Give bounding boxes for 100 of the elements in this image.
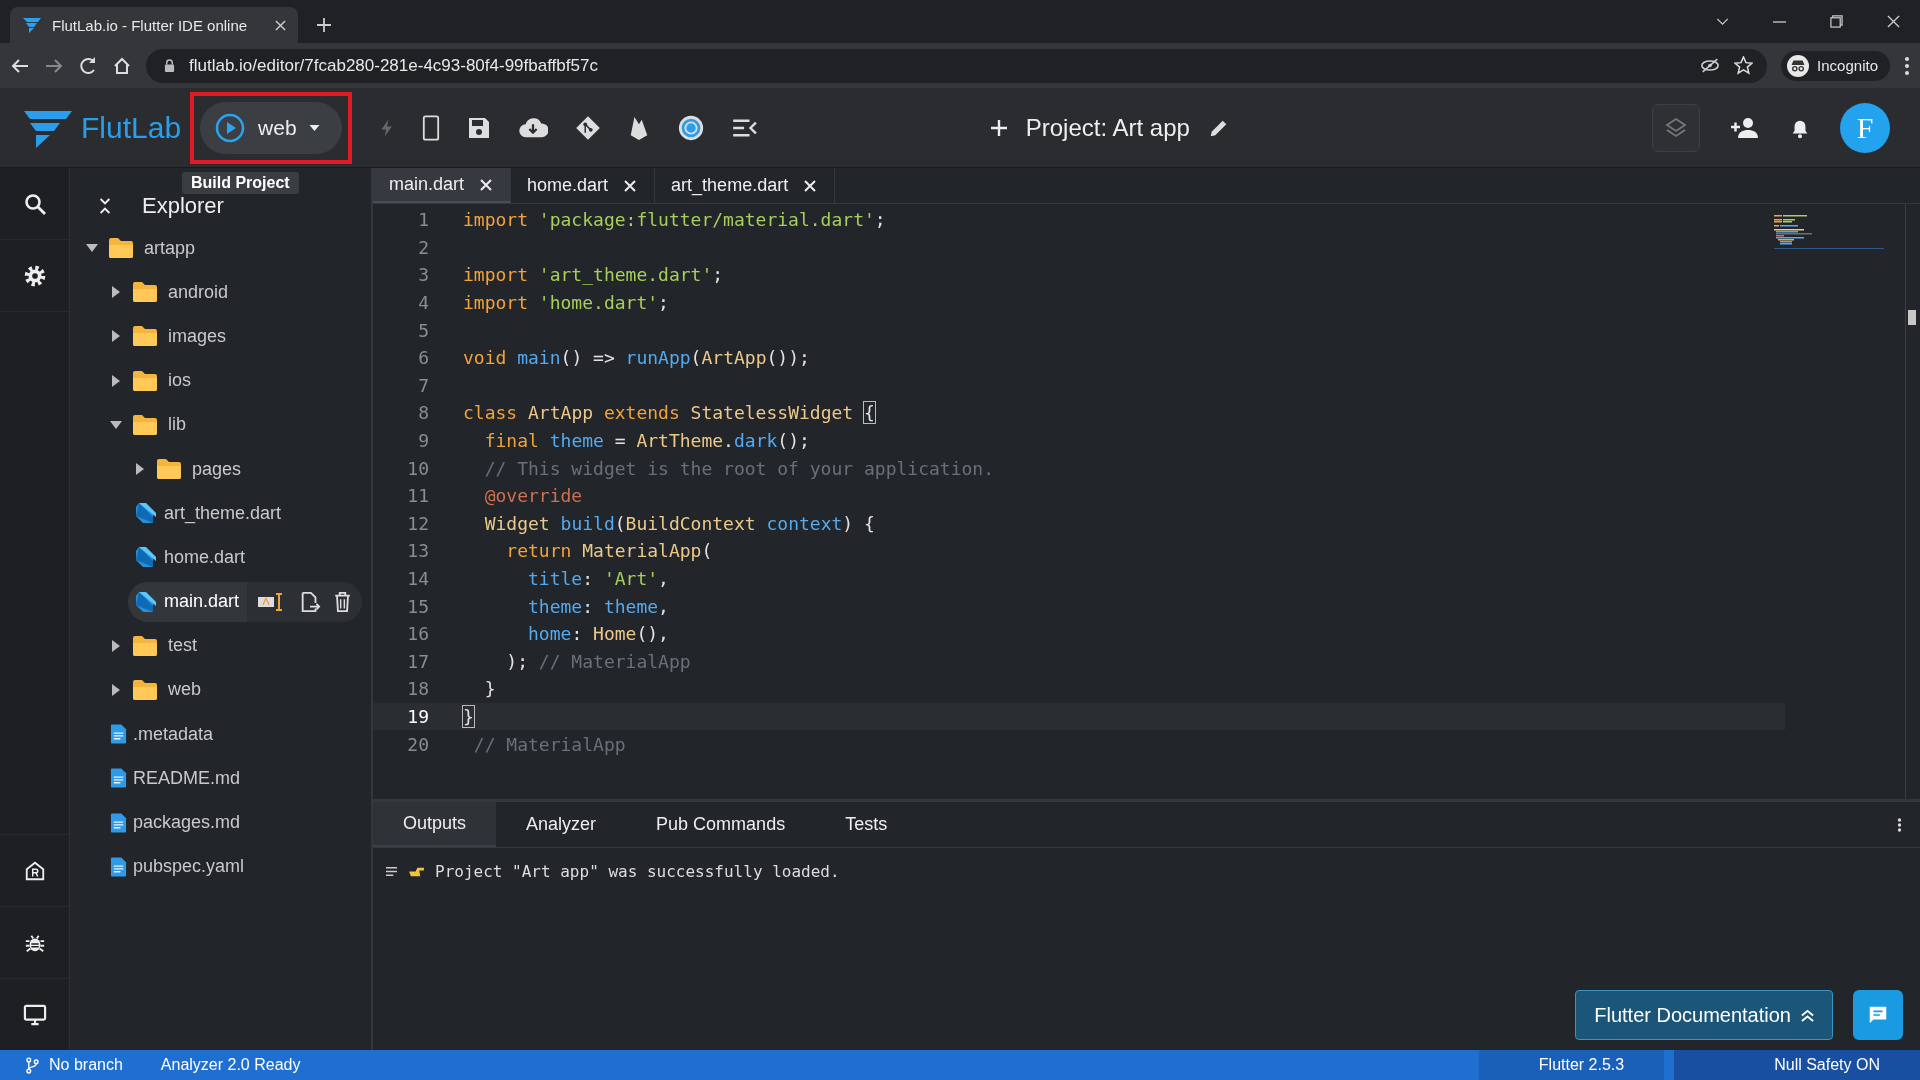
null-safety-status: Null Safety ON [1674,1050,1920,1080]
caret-icon[interactable] [110,330,122,343]
close-icon[interactable] [1887,15,1900,28]
restore-icon[interactable] [1830,15,1843,28]
line-number: 2 [417,236,430,258]
chevron-down-icon[interactable] [1716,18,1729,25]
line-number: 5 [417,319,430,341]
file-tab[interactable]: main.dart [373,168,512,203]
chat-button[interactable] [1853,990,1903,1040]
phone-icon[interactable] [421,114,440,141]
folder-icon [132,369,158,392]
folder-icon [132,678,158,701]
add-person-icon[interactable] [1730,115,1760,140]
code-line: void main() => runApp(ArtApp()); [463,347,810,369]
line-number: 15 [406,595,430,617]
folder-icon [132,413,158,436]
document-icon [110,811,127,834]
search-icon[interactable] [22,191,47,216]
document-icon [110,855,127,878]
line-number: 6 [417,347,430,369]
flutter-version: Flutter 2.5.3 [1478,1050,1665,1080]
dart-file-icon [134,545,158,570]
minimize-icon[interactable] [1773,20,1786,23]
file-tree-item[interactable]: lib [104,404,194,445]
move-file-icon[interactable] [299,590,322,613]
dart-file-icon [134,589,158,614]
file-tab[interactable]: art_theme.dart [655,168,836,203]
caret-icon[interactable] [110,374,122,387]
file-tree-item[interactable]: main.dart [128,581,248,622]
add-icon[interactable] [989,118,1008,137]
line-number: 8 [417,402,430,424]
branch-status[interactable]: No branch [49,1056,123,1074]
reload-icon[interactable] [78,55,98,76]
file-tree-item[interactable]: home.dart [128,537,254,578]
file-tree-item[interactable]: .metadata [104,714,222,755]
file-tree-item[interactable]: pages [128,449,250,490]
folder-icon [156,458,182,481]
caret-icon[interactable] [134,463,146,476]
file-tree-item[interactable]: android [104,272,237,313]
panel-tab[interactable]: Tests [815,802,918,847]
eye-slash-icon[interactable] [1700,58,1721,73]
monitor-icon[interactable] [22,1003,47,1026]
home-icon[interactable] [112,55,132,76]
document-icon [110,767,127,790]
project-title: Project: Art app [1025,113,1190,142]
trash-icon[interactable] [333,590,353,613]
target-icon[interactable] [676,113,705,142]
caret-icon[interactable] [110,683,122,696]
file-tree-item[interactable]: artapp [80,228,204,269]
folder-icon [132,281,158,304]
save-icon[interactable] [466,115,491,140]
layers-button[interactable] [1652,103,1700,152]
panel-tab[interactable]: Pub Commands [626,802,816,847]
new-tab-icon[interactable] [316,17,332,33]
file-tree-item[interactable]: packages.md [104,802,249,843]
house-icon[interactable] [23,859,46,882]
tooltip: Build Project [182,171,299,194]
panel-title: Explorer [142,193,224,219]
file-tree-item[interactable]: test [104,625,205,666]
code-line: } [483,678,496,700]
line-number: 14 [406,568,430,589]
line-number: 18 [406,678,430,700]
file-tree-item[interactable]: README.md [104,758,248,799]
file-tree-item[interactable]: web [104,669,210,710]
line-number: 4 [417,292,430,314]
caret-icon[interactable] [110,639,122,652]
caret-icon [308,124,320,131]
file-tree-item[interactable]: ios [104,360,199,401]
caret-icon[interactable] [110,418,122,431]
more-icon[interactable] [1904,55,1910,76]
line-number: 7 [417,374,430,396]
code-line: } [463,706,474,727]
code-line: theme: theme, [527,595,669,617]
close-icon[interactable] [275,19,286,31]
lock-icon [164,59,175,72]
file-tree-item[interactable]: pubspec.yaml [104,846,253,887]
file-tab[interactable]: home.dart [511,168,656,203]
file-tree-item[interactable]: art_theme.dart [128,493,290,534]
code-line: class ArtApp extends StatelessWidget { [463,402,875,424]
collapse-icon[interactable] [98,197,112,215]
file-tree-item[interactable]: images [104,316,235,357]
profile-button[interactable]: Incognito [1781,50,1890,81]
build-button[interactable]: web [200,101,342,154]
scrollbar-thumb[interactable] [1908,310,1916,325]
star-icon[interactable] [1734,56,1754,75]
code-line: return MaterialApp( [505,540,713,562]
caret-icon[interactable] [110,286,122,299]
code-line: title: 'Art', [527,568,669,589]
code-line: home: Home(), [527,623,669,645]
line-number: 1 [417,209,430,231]
logo-text: FlutLab [81,110,182,145]
documentation-button[interactable]: Flutter Documentation [1575,990,1833,1040]
menu-collapse-icon[interactable] [731,117,758,138]
panel-tab[interactable]: Outputs [373,802,497,847]
cloud-download-icon[interactable] [517,116,548,139]
code-line: @override [483,485,583,507]
address-field[interactable]: flutlab.io/editor/7fcab280-281e-4c93-80f4-99fbaffbf57c [146,48,1768,83]
panel-tab[interactable]: Analyzer [496,802,627,847]
browser-tab[interactable]: FlutLab.io - Flutter IDE online [10,7,298,43]
line-number: 12 [406,512,430,534]
